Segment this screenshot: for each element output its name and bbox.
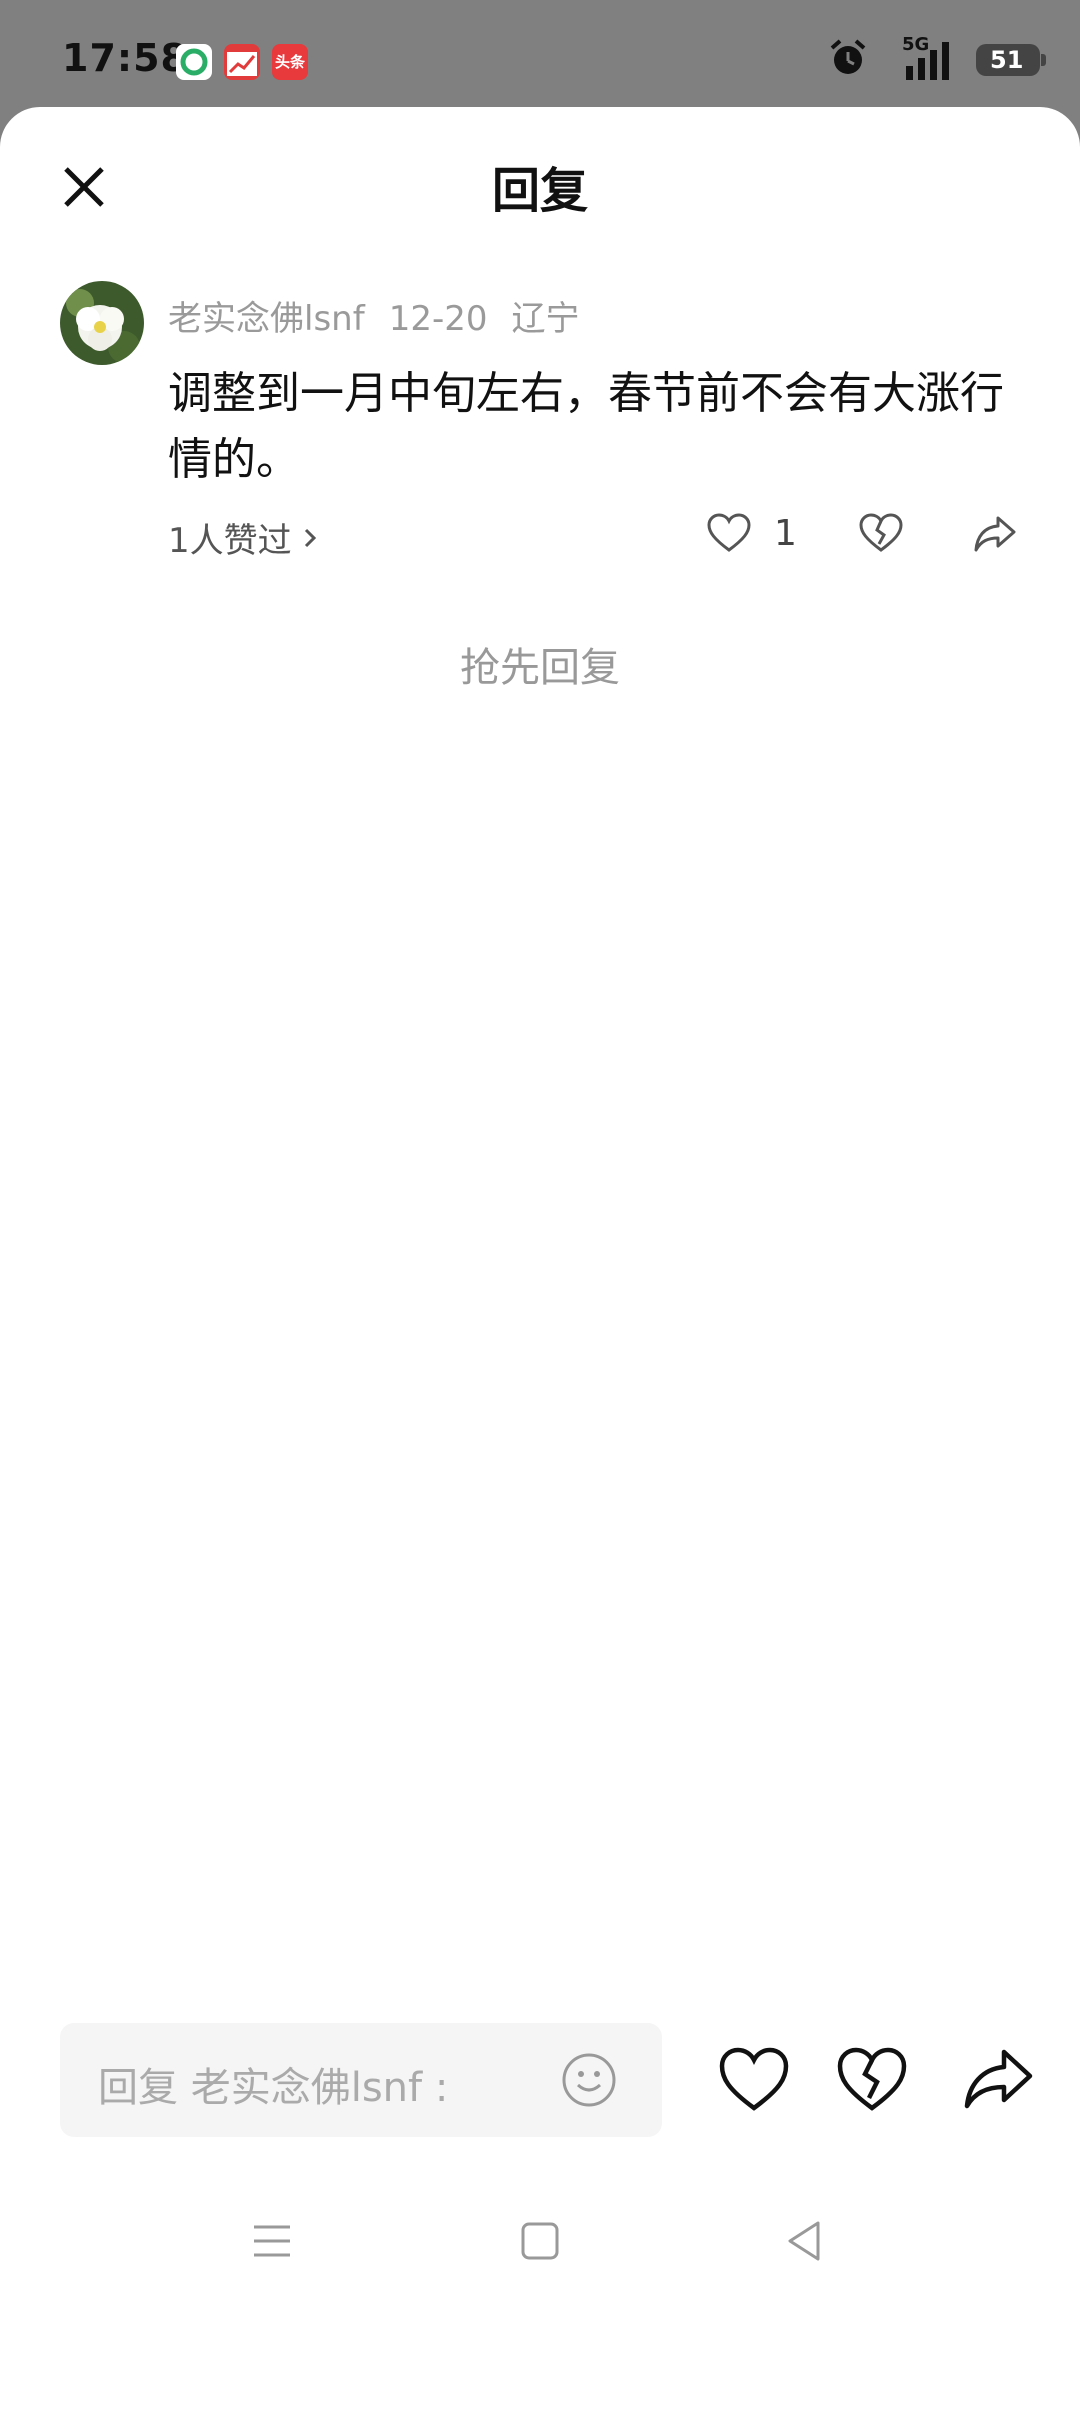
broken-heart-icon: [837, 2047, 907, 2111]
stock-app-icon: [224, 44, 260, 80]
signal-bars-icon: 5G: [888, 34, 958, 82]
wechat-style-app-icon: [176, 44, 212, 80]
emoji-button[interactable]: [560, 2051, 618, 2109]
emoji-icon: [562, 2053, 616, 2107]
toutiao-app-icon: 头条: [272, 44, 308, 80]
square-home-icon: [521, 2222, 559, 2260]
nav-back-button[interactable]: [778, 2213, 834, 2269]
comment-dislike-button[interactable]: [858, 509, 904, 557]
chevron-right-icon: [304, 528, 316, 547]
heart-icon: [707, 513, 751, 552]
broken-heart-icon: [859, 513, 903, 552]
avatar[interactable]: [60, 281, 144, 365]
dislike-button[interactable]: [834, 2042, 910, 2118]
back-triangle-icon: [788, 2221, 820, 2261]
share-button[interactable]: [960, 2042, 1036, 2118]
comment-share-button[interactable]: [972, 509, 1018, 557]
comment-meta: 老实念佛lsnf 12-20 辽宁: [168, 291, 603, 340]
share-icon: [974, 516, 1016, 552]
likes-link[interactable]: 1人赞过: [168, 513, 320, 562]
comment-like-button[interactable]: 1: [706, 509, 797, 557]
network-type-label: 5G: [902, 34, 930, 55]
first-reply-prompt[interactable]: 抢先回复: [0, 635, 1080, 693]
comment-date: 12-20: [388, 299, 488, 339]
like-count: 1: [774, 512, 797, 554]
menu-icon: [254, 2225, 290, 2257]
comment-text: 调整到一月中旬左右，春节前不会有大涨行情的。: [168, 368, 1004, 485]
status-right-group: 5G 51: [826, 34, 1046, 84]
likes-link-label: 1人赞过: [168, 521, 292, 561]
status-time: 17:58: [62, 36, 188, 80]
nav-home-button[interactable]: [512, 2213, 568, 2269]
sheet-title: 回复: [491, 163, 588, 219]
like-button[interactable]: [716, 2042, 792, 2118]
alarm-clock-icon: [826, 36, 870, 84]
author-name[interactable]: 老实念佛lsnf: [168, 299, 365, 339]
comment-location: 辽宁: [511, 299, 580, 339]
reply-input-placeholder: 回复 老实念佛lsnf :: [98, 2065, 449, 2111]
status-bar: 17:58 头条 5G 51: [0, 0, 1080, 108]
share-icon: [964, 2049, 1033, 2109]
battery-indicator: 51: [976, 44, 1046, 76]
nav-recents-button[interactable]: [244, 2213, 300, 2269]
reply-input[interactable]: 回复 老实念佛lsnf :: [60, 2023, 662, 2137]
heart-icon: [719, 2047, 789, 2111]
